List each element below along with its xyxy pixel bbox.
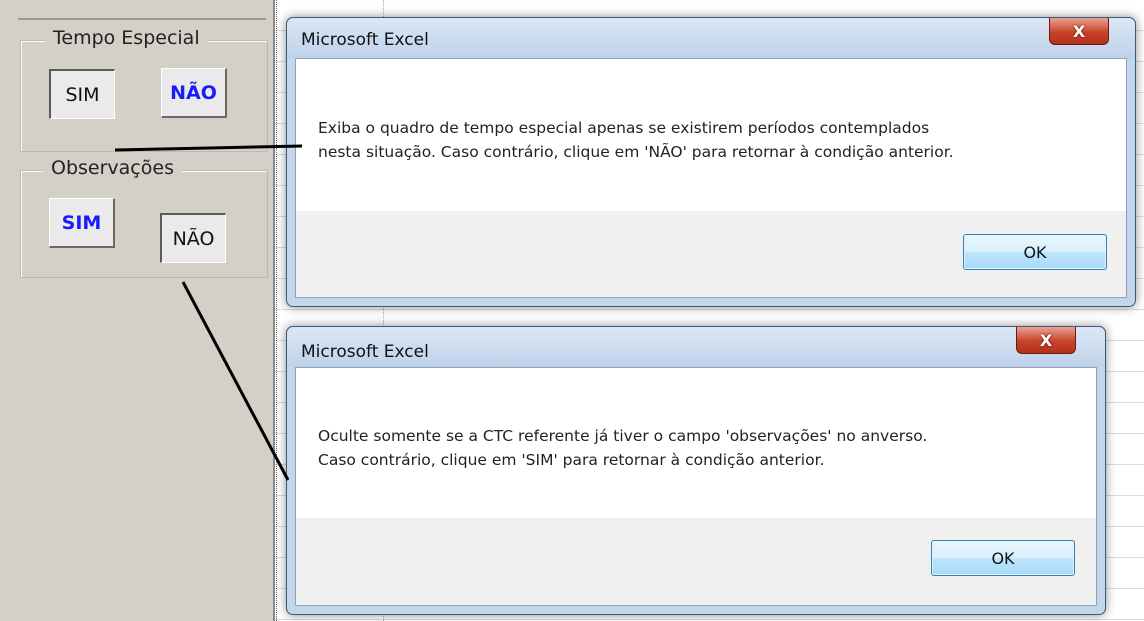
- close-button[interactable]: X: [1049, 18, 1109, 45]
- dialog-body: Exiba o quadro de tempo especial apenas …: [295, 58, 1127, 298]
- dialog-message-line: Oculte somente se a CTC referente já tiv…: [318, 427, 928, 445]
- dialog-titlebar: Microsoft Excel X: [287, 18, 1135, 58]
- dialog-tempo-especial: Microsoft Excel X Exiba o quadro de temp…: [286, 17, 1136, 307]
- dialog-message: Oculte somente se a CTC referente já tiv…: [318, 424, 927, 472]
- dialog-footer: OK: [296, 211, 1126, 297]
- ok-button[interactable]: OK: [963, 234, 1107, 270]
- observacoes-legend: Observações: [43, 157, 182, 179]
- dialog-message-line: Exiba o quadro de tempo especial apenas …: [318, 119, 930, 137]
- panel-top-divider: [18, 18, 266, 20]
- tempo-especial-frame: Tempo Especial SIM NÃO: [20, 27, 268, 152]
- close-icon: X: [1039, 330, 1053, 350]
- tempo-especial-sim-button[interactable]: SIM: [49, 69, 115, 119]
- tempo-especial-nao-button[interactable]: NÃO: [161, 68, 227, 118]
- observacoes-nao-button[interactable]: NÃO: [160, 213, 226, 263]
- dialog-title: Microsoft Excel: [301, 30, 429, 50]
- close-icon: X: [1072, 21, 1086, 41]
- close-button[interactable]: X: [1016, 327, 1076, 354]
- dialog-message: Exiba o quadro de tempo especial apenas …: [318, 116, 954, 164]
- ok-button[interactable]: OK: [931, 540, 1075, 576]
- column-gridline: [276, 0, 277, 621]
- control-panel: Tempo Especial SIM NÃO Observações SIM N…: [0, 0, 275, 621]
- dialog-message-line: nesta situação. Caso contrário, clique e…: [318, 143, 954, 161]
- dialog-observacoes: Microsoft Excel X Oculte somente se a CT…: [286, 326, 1106, 615]
- dialog-titlebar: Microsoft Excel X: [287, 327, 1105, 367]
- observacoes-sim-button[interactable]: SIM: [49, 198, 115, 248]
- dialog-title: Microsoft Excel: [301, 342, 429, 362]
- tempo-especial-legend: Tempo Especial: [45, 27, 208, 49]
- observacoes-frame: Observações SIM NÃO: [20, 157, 268, 278]
- dialog-message-line: Caso contrário, clique em 'SIM' para ret…: [318, 451, 825, 469]
- dialog-body: Oculte somente se a CTC referente já tiv…: [295, 367, 1097, 606]
- dialog-footer: OK: [296, 518, 1096, 605]
